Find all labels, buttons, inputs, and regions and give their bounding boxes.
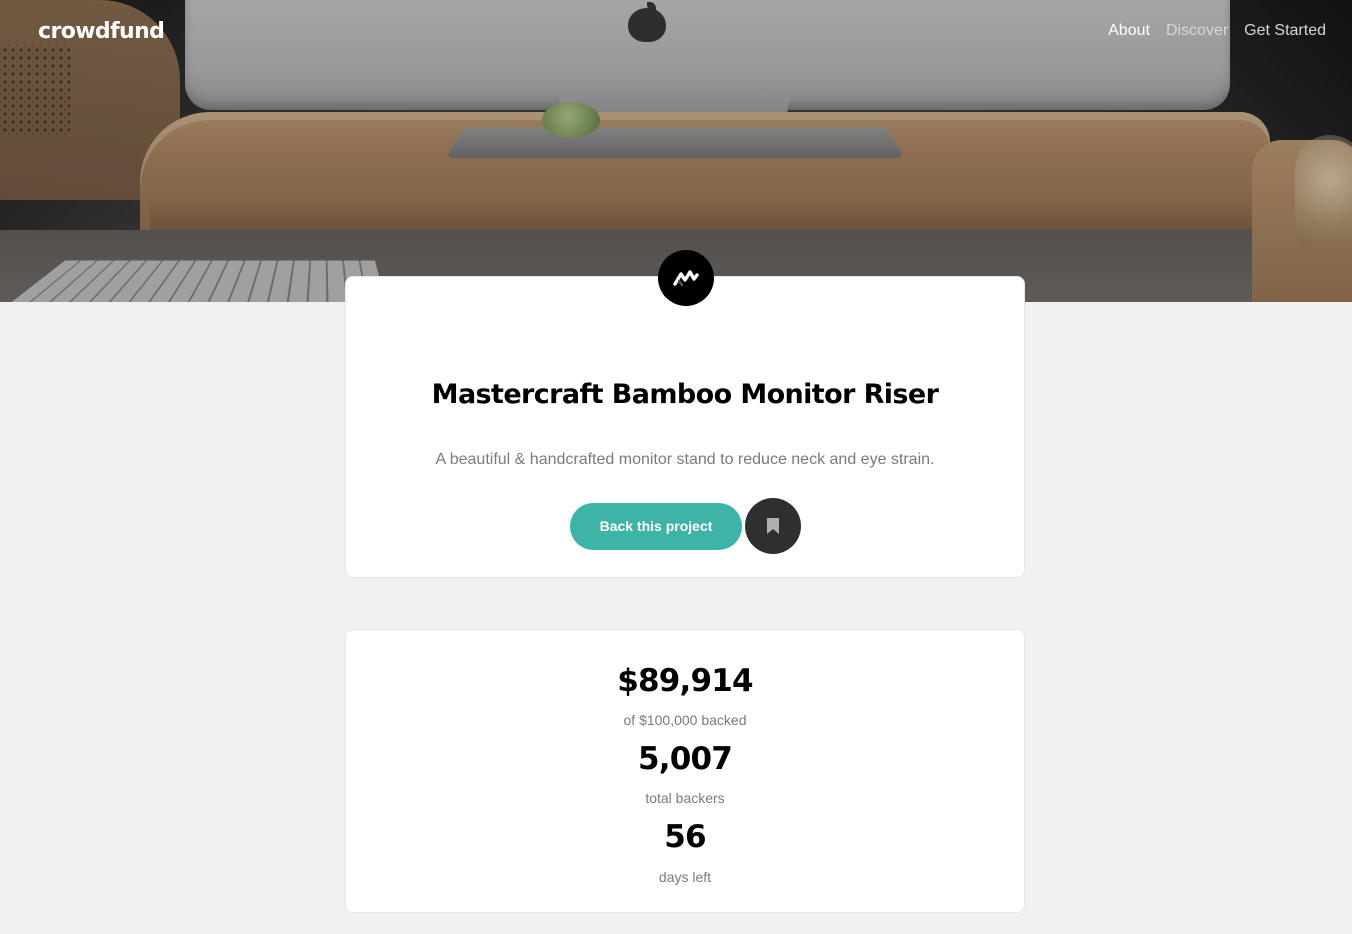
bookmark-button[interactable] (745, 498, 801, 554)
total-backers-value: 5,007 (346, 741, 1024, 777)
main-nav: About Discover Get Started (1092, 20, 1326, 42)
project-card: Mastercraft Bamboo Monitor Riser A beaut… (345, 276, 1025, 578)
bookmark-icon (767, 518, 779, 534)
amount-backed-value: $89,914 (346, 663, 1024, 699)
stats-card: $89,914 of $100,000 backed 5,007 total b… (345, 629, 1025, 913)
mastercraft-logo-icon (658, 250, 714, 306)
back-project-button[interactable]: Back this project (570, 503, 742, 550)
project-tagline: A beautiful & handcrafted monitor stand … (346, 451, 1024, 469)
project-title: Mastercraft Bamboo Monitor Riser (346, 379, 1024, 410)
project-actions: Back this project (570, 498, 801, 554)
nav-get-started[interactable]: Get Started (1228, 20, 1326, 42)
amount-backed-label: of $100,000 backed (346, 712, 1024, 728)
days-left-label: days left (346, 869, 1024, 885)
days-left-value: 56 (346, 819, 1024, 855)
site-logo[interactable]: crowdfund (38, 19, 164, 44)
nav-discover[interactable]: Discover (1150, 20, 1228, 42)
nav-about[interactable]: About (1092, 20, 1150, 42)
total-backers-label: total backers (346, 790, 1024, 806)
